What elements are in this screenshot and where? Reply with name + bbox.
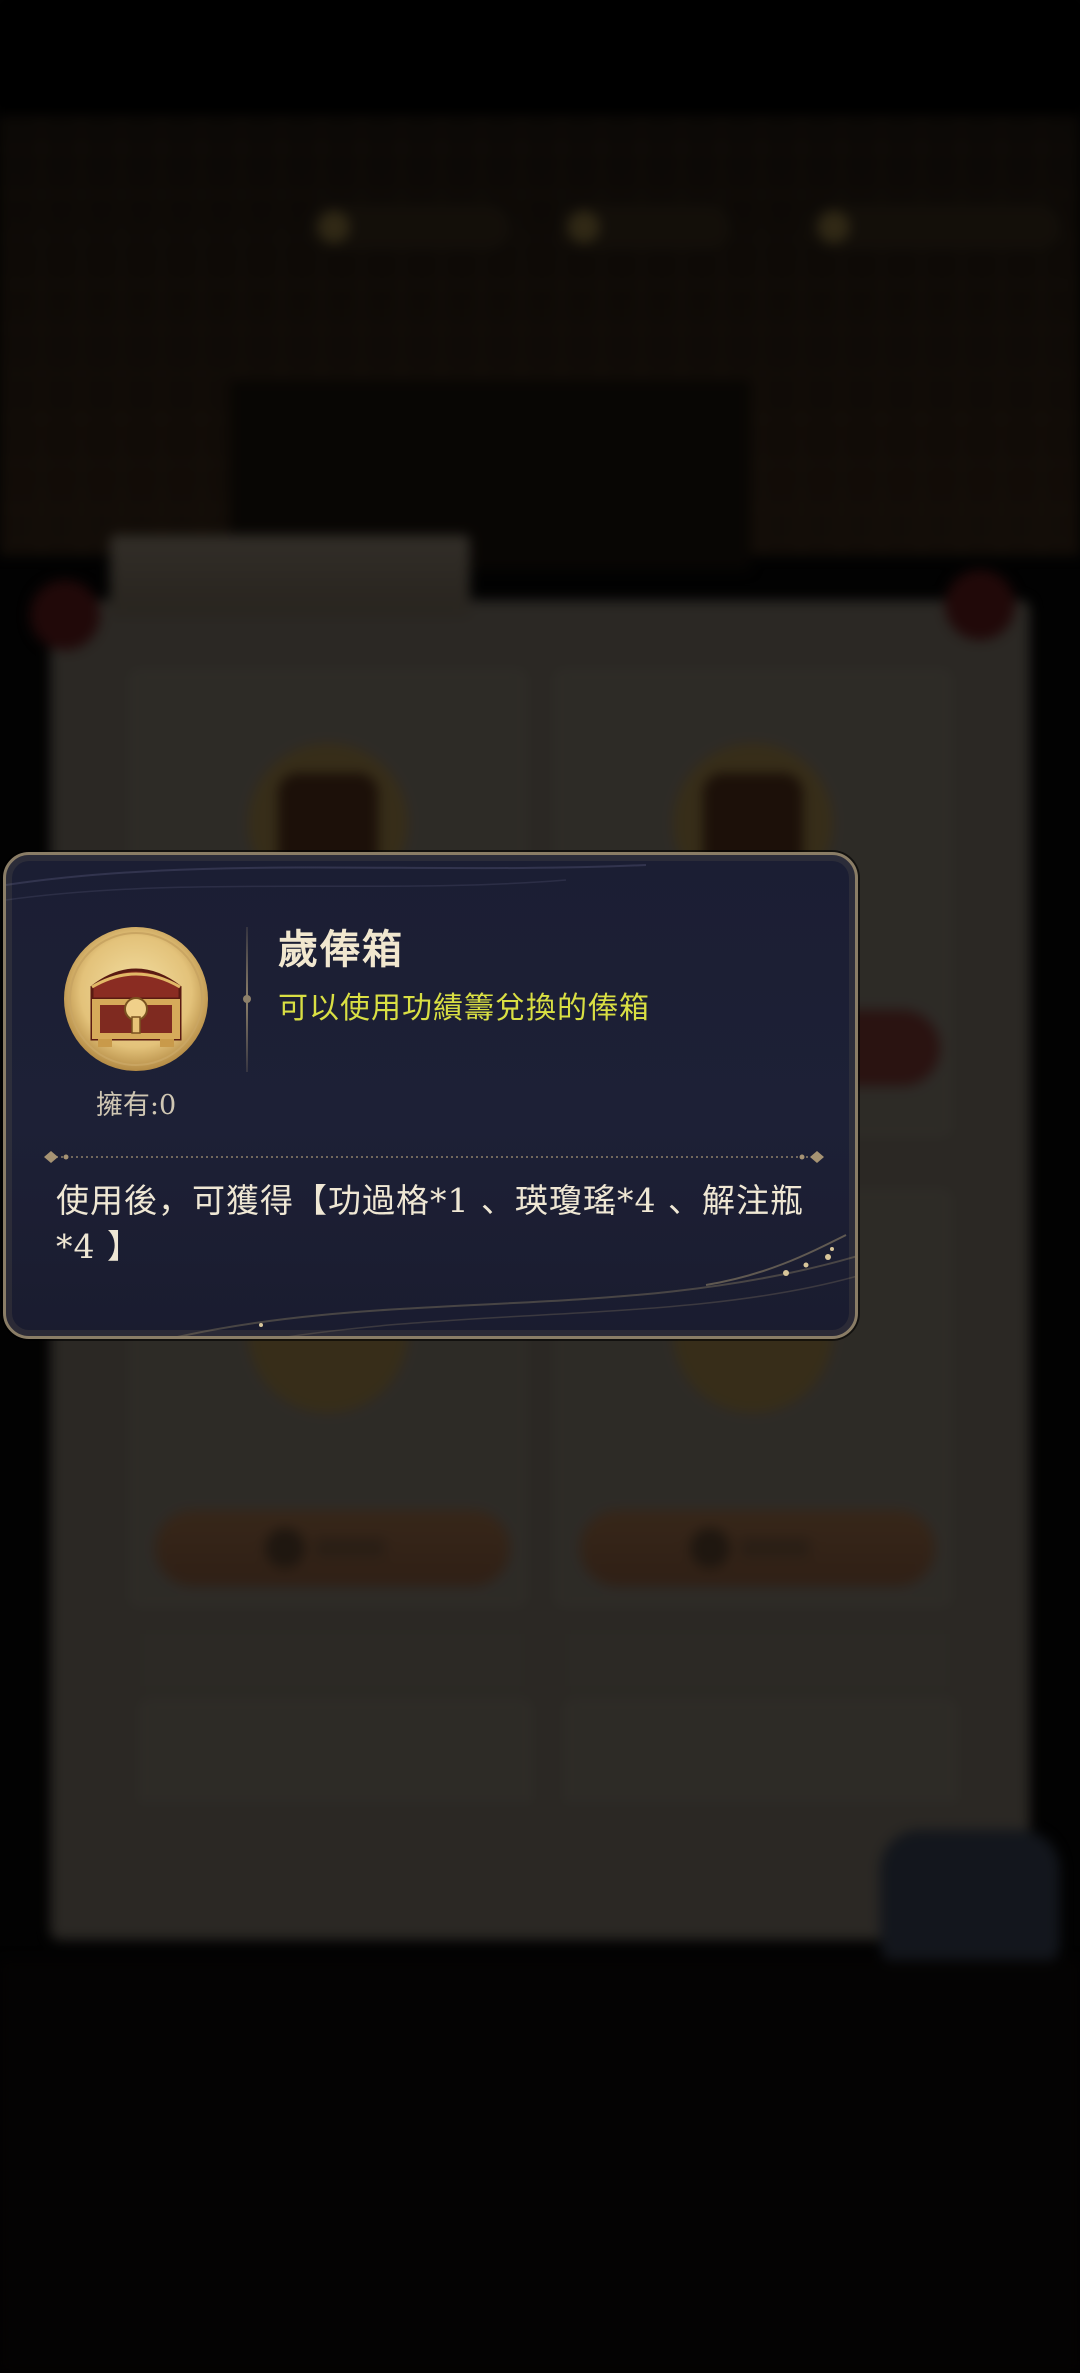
item-subtitle: 可以使用功績籌兌換的俸箱 bbox=[278, 991, 650, 1026]
item-description: 使用後，可獲得【功過格*1 、瑛瓊瑤*4 、解注瓶*4 】 bbox=[56, 1181, 804, 1266]
screen: 擁有:0 歲俸箱 可以使用功績籌兌換的俸箱 使用後，可獲得【功過格*1 、瑛瓊瑤… bbox=[0, 0, 1080, 2373]
item-info-popup: 擁有:0 歲俸箱 可以使用功績籌兌換的俸箱 使用後，可獲得【功過格*1 、瑛瓊瑤… bbox=[3, 852, 858, 1339]
horizontal-divider bbox=[44, 1151, 824, 1163]
divider-ornament bbox=[243, 995, 251, 1003]
treasure-chest-icon bbox=[64, 927, 208, 1071]
item-name: 歲俸箱 bbox=[278, 926, 404, 973]
owned-count: 擁有:0 bbox=[95, 1090, 177, 1121]
